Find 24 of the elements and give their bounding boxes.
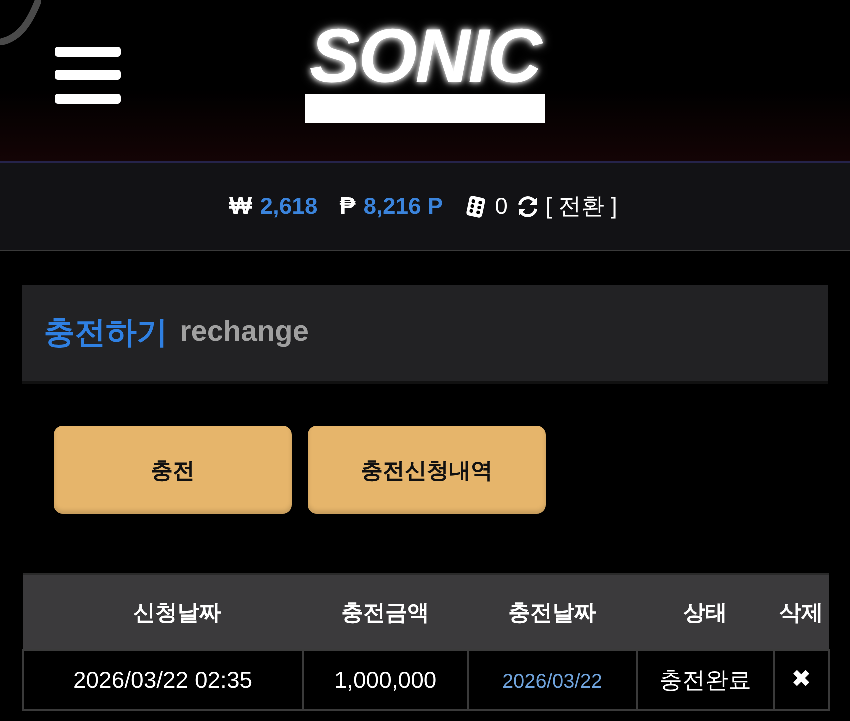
won-sign: ₩	[230, 194, 252, 218]
dice-icon	[465, 194, 488, 218]
action-button[interactable]: 충전신청내역	[308, 426, 546, 514]
action-button[interactable]: 충전	[54, 426, 292, 514]
table-cell: 1,000,000	[303, 650, 468, 710]
cash-balance: 2,618	[260, 195, 318, 218]
refresh-icon[interactable]	[516, 194, 540, 218]
convert-link[interactable]: [ 전환 ]	[546, 189, 618, 224]
point-sign: ₱	[340, 194, 356, 218]
column-header: 충전날짜	[468, 574, 637, 650]
section-title: 충전하기	[44, 314, 168, 352]
logo[interactable]: SONIC	[310, 24, 540, 90]
section-subtitle: rechange	[180, 315, 309, 350]
column-header: 충전금액	[303, 574, 468, 650]
menu-icon[interactable]	[55, 47, 121, 104]
column-header: 삭제	[774, 574, 829, 650]
curve-drawing	[0, 0, 42, 46]
dice-count: 0	[495, 195, 508, 218]
delete-button[interactable]: ✖	[791, 666, 812, 693]
table-cell: 2026/03/22 02:35	[23, 650, 303, 710]
point-balance: 8,216 P	[364, 195, 444, 218]
table-cell: 충전완료	[637, 650, 774, 710]
column-header: 상태	[637, 574, 774, 650]
column-header: 신청날짜	[23, 574, 303, 650]
